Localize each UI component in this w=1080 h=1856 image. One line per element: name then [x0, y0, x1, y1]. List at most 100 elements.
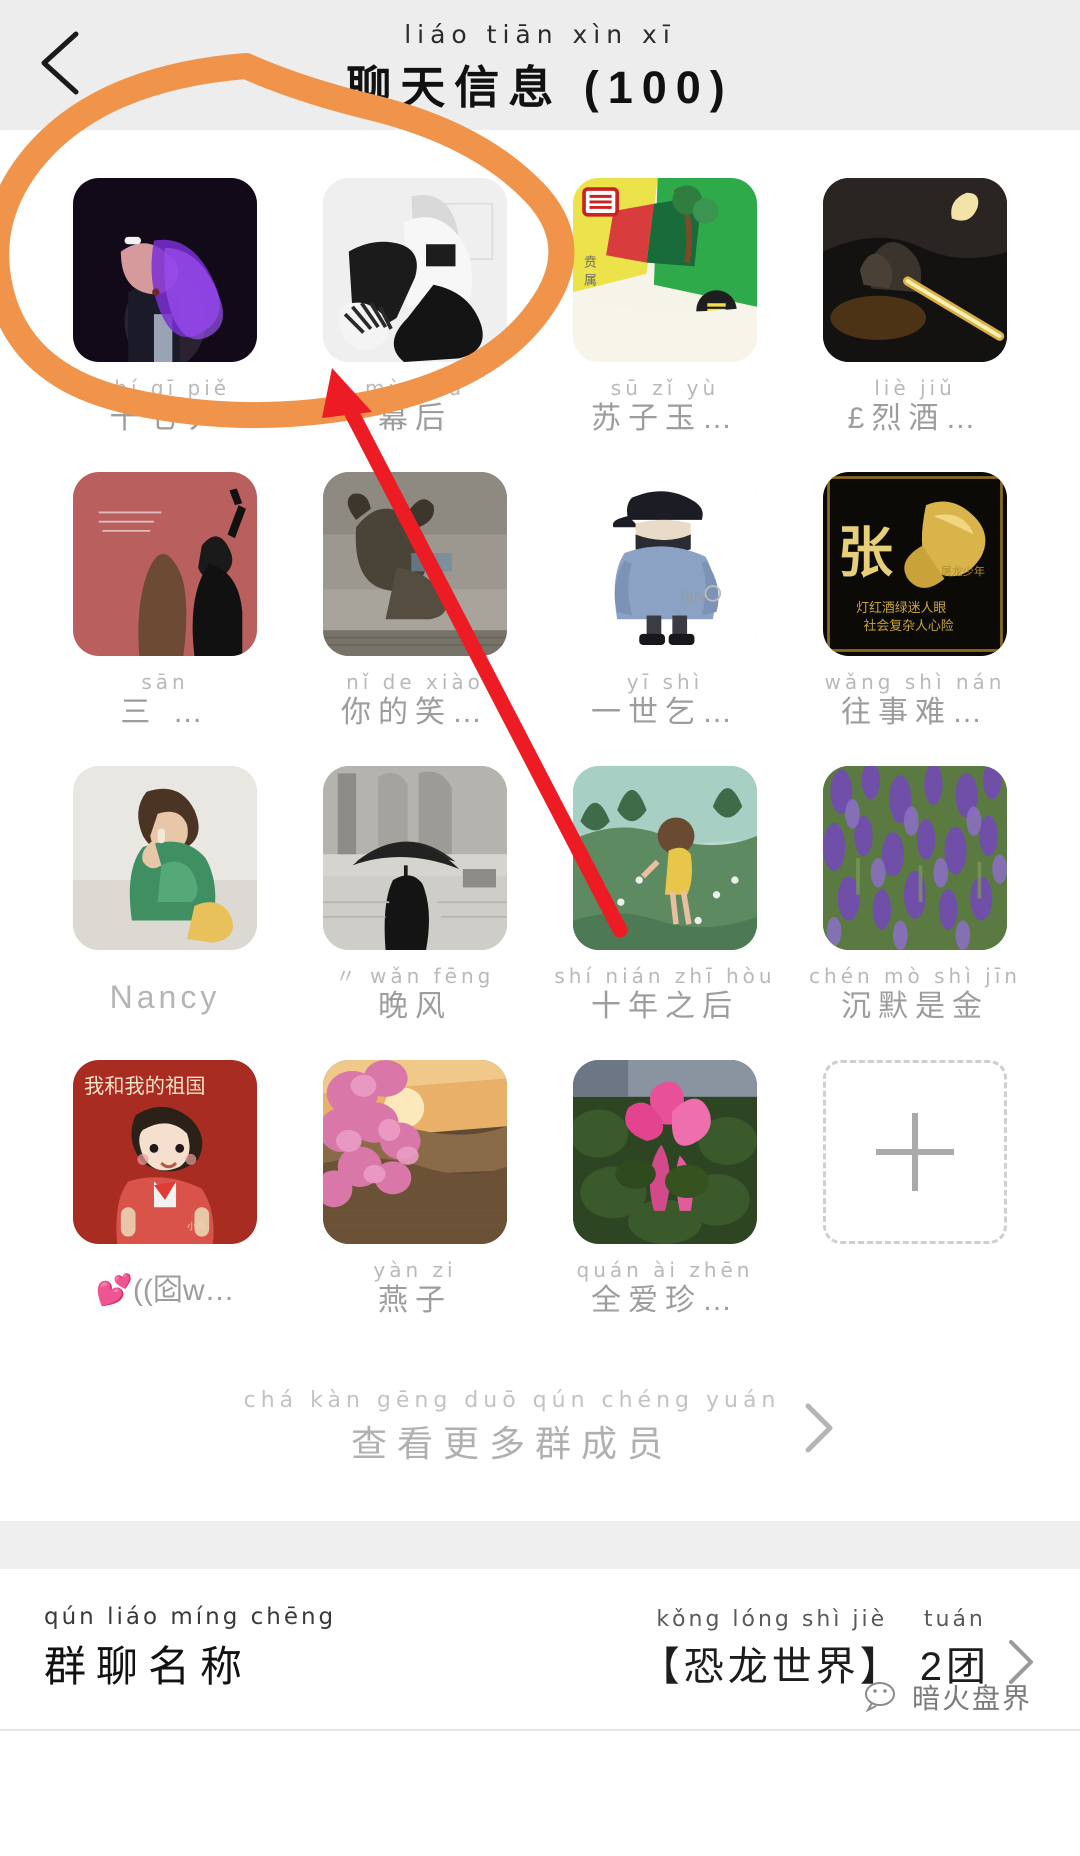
member-cell[interactable]: quán ài zhēn 全爱珍… [540, 1060, 790, 1324]
view-more-members-row[interactable]: chá kàn gēng duō qún chéng yuán 查看更多群成员 [0, 1388, 1080, 1521]
add-member-button[interactable] [823, 1060, 1007, 1244]
member-label: yàn zi 燕子 [290, 1258, 540, 1324]
member-name: 幕后 [378, 402, 452, 435]
member-label: Nancy [40, 964, 290, 1030]
member-cell[interactable]: liè jiǔ £烈酒… [790, 178, 1040, 442]
member-name: 沉默是金 [841, 990, 989, 1023]
member-label: 〃 wǎn fēng 晚风 [290, 964, 540, 1030]
member-cell[interactable]: shí nián zhī hòu 十年之后 [540, 766, 790, 1030]
svg-text:贲: 贲 [584, 255, 597, 270]
member-cell[interactable]: 贲属 sū zǐ yù 苏子玉… [540, 178, 790, 442]
view-more-pinyin: chá kàn gēng duō qún chéng yuán [243, 1388, 781, 1413]
avatar[interactable] [73, 472, 257, 656]
group-tuan-pinyin: tuán [923, 1606, 986, 1632]
member-label: shí qī piě 十七丿 [40, 376, 290, 442]
watermark-text: 暗火盘界 [911, 1683, 1032, 1714]
app-header: liáo tiān xìn xī 聊天信息 (100) [0, 0, 1080, 130]
plus-icon [876, 1113, 954, 1191]
view-more-members-text: chá kàn gēng duō qún chéng yuán 查看更多群成员 [244, 1388, 781, 1467]
member-pinyin: sān [141, 670, 189, 694]
member-cell[interactable]: 我和我的祖国 小和 💕((囵w… [40, 1060, 290, 1324]
avatar[interactable] [823, 766, 1007, 950]
member-label: sū zǐ yù 苏子玉… [540, 376, 790, 442]
member-cell[interactable]: sān 三 … [40, 472, 290, 736]
chevron-right-icon [805, 1403, 833, 1452]
member-cell[interactable]: nǐ de xiào 你的笑… [290, 472, 540, 736]
member-cell[interactable]: 张 灯红酒绿迷人眼 社会复杂人心险 屠龙少年 wǎng shì nán 往事难… [790, 472, 1040, 736]
member-cell[interactable]: Nancy [40, 766, 290, 1030]
add-member-cell[interactable] [790, 1060, 1040, 1324]
avatar[interactable] [323, 472, 507, 656]
member-cell[interactable]: Fary yī shì 一世乞… [540, 472, 790, 736]
svg-text:属: 属 [584, 274, 597, 289]
page-title: liáo tiān xìn xī 聊天信息 (100) [346, 20, 734, 116]
chat-info-body: shí qī piě 十七丿 mù hòu 幕后 贲 属 sū zǐ yù 苏子… [0, 130, 1080, 1521]
avatar-image-gold-eagle-zhang: 张 灯红酒绿迷人眼 社会复杂人心险 屠龙少年 [823, 472, 1007, 656]
member-cell[interactable]: mù hòu 幕后 [290, 178, 540, 442]
avatar-image-pink-blossom-sunset [323, 1060, 507, 1244]
group-name-label-pinyin: qún liáo míng chēng [44, 1604, 337, 1630]
member-label: sān 三 … [40, 670, 290, 736]
page-title-pinyin: liáo tiān xìn xī [404, 20, 676, 49]
member-cell[interactable]: 〃 wǎn fēng 晚风 [290, 766, 540, 1030]
member-pinyin: shí nián zhī hòu [554, 964, 776, 988]
svg-text:小和: 小和 [187, 1221, 205, 1232]
svg-text:屠龙少年: 屠龙少年 [941, 564, 985, 578]
member-cell[interactable]: yàn zi 燕子 [290, 1060, 540, 1324]
member-cell[interactable]: shí qī piě 十七丿 [40, 178, 290, 442]
member-name: 十七丿 [109, 402, 221, 435]
member-name: 十年之后 [591, 990, 739, 1023]
svg-text:灯红酒绿迷人眼: 灯红酒绿迷人眼 [856, 600, 946, 616]
member-name: £烈酒… [847, 402, 983, 435]
avatar-image-cartoon-patriotic-girl: 我和我的祖国 小和 [73, 1060, 257, 1244]
avatar-image-man-smoking-purple [73, 178, 257, 362]
member-label: chén mò shì jīn 沉默是金 [790, 964, 1040, 1030]
avatar[interactable] [323, 766, 507, 950]
member-grid: shí qī piě 十七丿 mù hòu 幕后 贲 属 sū zǐ yù 苏子… [0, 130, 1080, 1324]
member-label: shí nián zhī hòu 十年之后 [540, 964, 790, 1030]
svg-text:张: 张 [838, 521, 894, 585]
member-pinyin: sū zǐ yù [610, 376, 720, 400]
view-more-label: 查看更多群成员 [350, 1423, 673, 1464]
avatar[interactable] [73, 178, 257, 362]
member-pinyin: wǎng shì nán [824, 670, 1006, 694]
member-name: 全爱珍… [591, 1284, 739, 1317]
avatar[interactable] [323, 1060, 507, 1244]
watermark: 暗火盘界 [864, 1677, 1032, 1717]
bottom-divider [0, 1729, 1080, 1731]
avatar[interactable]: Fary [573, 472, 757, 656]
avatar[interactable] [73, 766, 257, 950]
member-name: 燕子 [378, 1284, 452, 1317]
member-name: 💕((囵w… [95, 1274, 235, 1307]
avatar[interactable] [573, 1060, 757, 1244]
back-button[interactable] [36, 28, 84, 98]
member-pinyin: nǐ de xiào [346, 670, 484, 694]
avatar-image-cartoon-boy-cap: Fary [573, 472, 757, 656]
svg-text:社会复杂人心险: 社会复杂人心险 [863, 618, 953, 634]
avatar-image-illustrated-girl-garden [573, 766, 757, 950]
avatar[interactable]: 张 灯红酒绿迷人眼 社会复杂人心险 屠龙少年 [823, 472, 1007, 656]
avatar[interactable]: 贲属 [573, 178, 757, 362]
avatar[interactable] [323, 178, 507, 362]
member-name: 往事难… [841, 696, 989, 729]
group-name-label-han: 群聊名称 [44, 1643, 253, 1690]
member-pinyin: liè jiǔ [874, 376, 956, 400]
group-name-row[interactable]: qún liáo míng chēng 群聊名称 kǒng lóng shì j… [0, 1569, 1080, 1729]
member-cell[interactable]: chén mò shì jīn 沉默是金 [790, 766, 1040, 1030]
member-name: 你的笑… [341, 696, 489, 729]
avatar[interactable] [573, 766, 757, 950]
member-pinyin: quán ài zhēn [576, 1258, 754, 1282]
avatar-image-girl-red-wall [73, 472, 257, 656]
member-pinyin: yī shì [626, 670, 704, 694]
member-label: quán ài zhēn 全爱珍… [540, 1258, 790, 1324]
avatar-image-purple-flowers-field [823, 766, 1007, 950]
avatar[interactable] [823, 178, 1007, 362]
avatar[interactable]: 我和我的祖国 小和 [73, 1060, 257, 1244]
avatar-image-bw-person-sitting [323, 178, 507, 362]
member-label: liè jiǔ £烈酒… [790, 376, 1040, 442]
avatar-image-bw-umbrella [323, 766, 507, 950]
member-name: 晚风 [378, 990, 452, 1023]
member-name: 三 … [120, 696, 210, 729]
member-pinyin: yàn zi [373, 1258, 457, 1282]
wechat-logo-icon [864, 1682, 895, 1713]
